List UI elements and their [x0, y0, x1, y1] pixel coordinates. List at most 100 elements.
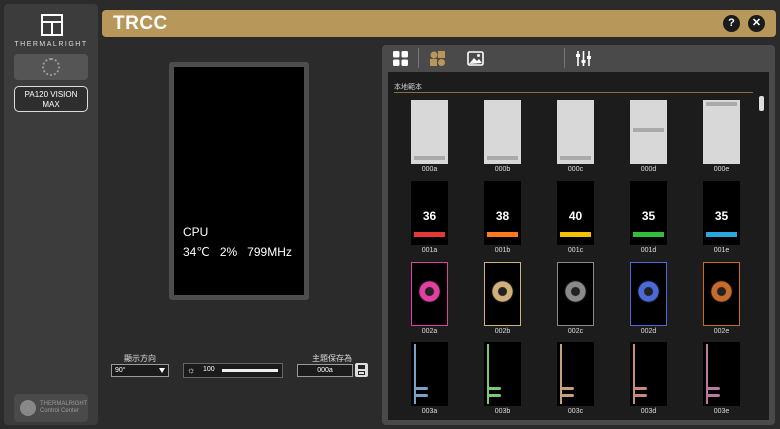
app-title: TRCC — [113, 13, 168, 34]
thumbnail-pill — [487, 394, 501, 397]
control-center-label: THERMALRIGHT Control Center — [40, 401, 88, 414]
theme-thumbnail[interactable] — [557, 262, 594, 326]
thumbnail-pill — [706, 387, 720, 390]
theme-thumbnail[interactable] — [703, 342, 740, 406]
gallery-scrollbar[interactable] — [759, 96, 764, 111]
thumbnail-pill — [560, 394, 574, 397]
thumbnail-color-bar — [633, 232, 664, 237]
toolbar-divider — [418, 48, 419, 68]
thumbnail-gear — [564, 280, 587, 303]
loading-button[interactable] — [14, 54, 88, 80]
thumbnail-label: 000c — [567, 166, 584, 173]
thumbnail-label: 002c — [567, 328, 584, 335]
theme-thumbnail[interactable] — [411, 262, 448, 326]
toolbar-divider — [564, 48, 565, 68]
theme-thumbnail[interactable]: 36 — [411, 181, 448, 245]
thumbnail-label: 001c — [567, 247, 584, 254]
shapes-icon[interactable] — [429, 50, 446, 67]
user-icon — [20, 400, 36, 416]
theme-thumbnail[interactable] — [484, 342, 521, 406]
thumbnail-color-bar — [487, 232, 518, 237]
brightness-slider[interactable] — [222, 369, 278, 372]
thumbnail-label: 000a — [421, 166, 438, 173]
thumbnail-gear — [491, 280, 514, 303]
preview-temp: 34℃ — [183, 245, 210, 259]
close-icon: ✕ — [751, 17, 762, 29]
gallery-divider — [394, 92, 753, 93]
help-button[interactable]: ? — [723, 15, 740, 32]
theme-thumbnail[interactable] — [703, 262, 740, 326]
image-icon[interactable] — [467, 50, 484, 67]
thumbnail-strip — [706, 102, 737, 106]
thumbnail-label: 001a — [421, 247, 438, 254]
save-icon[interactable] — [355, 363, 368, 377]
theme-thumbnail[interactable] — [484, 100, 521, 164]
save-label: 主題保存為 — [312, 354, 352, 363]
brightness-fill — [222, 369, 278, 372]
thermalright-logo: THERMALRIGHT — [4, 8, 98, 52]
thumbnail-number: 36 — [422, 209, 437, 223]
thumbnail-label: 003a — [421, 408, 438, 415]
thumbnail-pill — [633, 387, 647, 390]
thumbnail-label: 003d — [640, 408, 657, 415]
rotation-value: 90° — [115, 367, 126, 374]
grid-icon[interactable] — [392, 50, 409, 67]
thumbnail-label: 000e — [713, 166, 730, 173]
theme-thumbnail[interactable] — [630, 100, 667, 164]
thumbnail-label: 003e — [713, 408, 730, 415]
thumbnail-strip — [414, 156, 445, 160]
question-icon: ? — [728, 17, 735, 29]
logo-text: THERMALRIGHT — [14, 41, 88, 48]
device-button[interactable]: PA120 VISION MAX — [14, 86, 88, 112]
thumbnail-color-bar — [560, 232, 591, 237]
gallery-section-title: 本地範本 — [394, 84, 422, 91]
theme-thumbnail[interactable] — [411, 342, 448, 406]
thumbnail-color-bar — [706, 232, 737, 237]
theme-thumbnail[interactable] — [411, 100, 448, 164]
preview-values: 34℃ 2% 799MHz — [183, 245, 302, 259]
theme-thumbnail[interactable]: 38 — [484, 181, 521, 245]
brightness-icon: ☼ — [187, 365, 196, 375]
theme-thumbnail[interactable] — [630, 262, 667, 326]
theme-thumbnail[interactable]: 35 — [630, 181, 667, 245]
sliders-icon[interactable] — [575, 50, 592, 67]
theme-thumbnail[interactable]: 40 — [557, 181, 594, 245]
thumbnail-pill — [414, 387, 428, 390]
thumbnail-number: 35 — [714, 209, 729, 223]
theme-panel: 本地範本 000a 000b 000c 000d 000e 36 001a 38 001b 40 0… — [382, 45, 775, 425]
theme-thumbnail[interactable] — [557, 342, 594, 406]
thumbnail-gear — [710, 280, 733, 303]
thumbnail-label: 003c — [567, 408, 584, 415]
close-button[interactable]: ✕ — [748, 15, 765, 32]
preview-screen: CPU 34℃ 2% 799MHz — [174, 67, 304, 295]
theme-thumbnail[interactable] — [557, 100, 594, 164]
control-center-button[interactable]: THERMALRIGHT Control Center — [14, 394, 88, 422]
thumbnail-label: 002d — [640, 328, 657, 335]
thumbnail-label: 001d — [640, 247, 657, 254]
thumbnail-gear — [418, 280, 441, 303]
rotation-select[interactable]: 90° — [111, 364, 169, 377]
brightness-control: ☼ 100 — [183, 363, 283, 378]
theme-thumbnail[interactable] — [484, 262, 521, 326]
theme-thumbnail[interactable] — [630, 342, 667, 406]
rotation-label: 顯示方向 — [124, 354, 156, 363]
theme-thumbnail[interactable] — [703, 100, 740, 164]
thumbnail-pill — [633, 394, 647, 397]
theme-thumbnail[interactable]: 35 — [703, 181, 740, 245]
thumbnail-label: 000b — [494, 166, 511, 173]
thumbnail-label: 001b — [494, 247, 511, 254]
preview-label: CPU — [183, 225, 209, 239]
save-name-input[interactable]: 000a — [297, 364, 353, 377]
thumbnail-strip — [560, 156, 591, 160]
brightness-value: 100 — [203, 366, 215, 373]
preview-frame: CPU 34℃ 2% 799MHz — [169, 62, 309, 300]
thumbnail-gear — [637, 280, 660, 303]
logo-mark-icon — [41, 14, 63, 36]
thumbnail-strip — [487, 156, 518, 160]
thumbnail-label: 002e — [713, 328, 730, 335]
thumbnail-strip — [633, 128, 664, 132]
thumbnail-label: 003b — [494, 408, 511, 415]
thumbnail-label: 002a — [421, 328, 438, 335]
spinner-icon — [42, 58, 60, 76]
thumbnail-pill — [560, 387, 574, 390]
